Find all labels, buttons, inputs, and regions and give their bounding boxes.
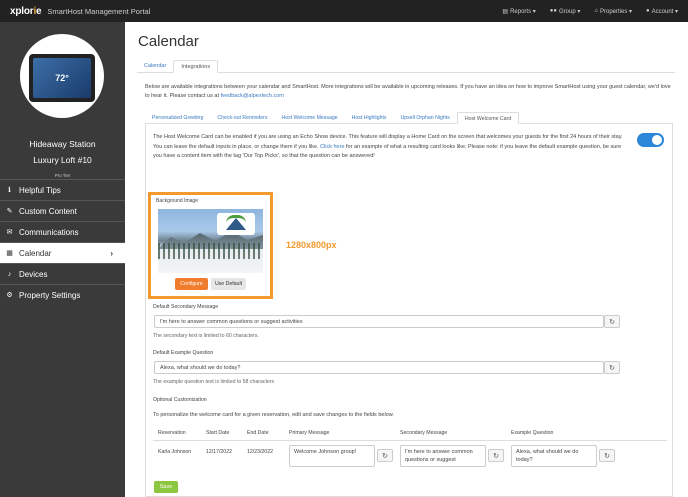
echo-device-image: 72° <box>20 34 104 118</box>
subtab-host-highlights[interactable]: Host Highlights <box>345 112 394 124</box>
col-secondary-message: Secondary Message <box>400 430 448 436</box>
secondary-message-input[interactable]: I'm here to answer common questions or s… <box>154 315 604 328</box>
home-icon: ⌂ <box>594 8 598 14</box>
question-help-text: The example question text is limited to … <box>153 379 275 385</box>
subtab-host-welcome-card[interactable]: Host Welcome Card <box>456 112 520 124</box>
nav-account[interactable]: ● Account ▾ <box>646 8 678 15</box>
page-title: Calendar <box>138 33 199 50</box>
gear-icon: ⚙ <box>6 292 13 299</box>
optional-customization-desc: To personalize the welcome card for a gi… <box>153 412 394 418</box>
subtab-check-out-reminders[interactable]: Check-out Reminders <box>210 112 274 124</box>
nav-properties[interactable]: ⌂ Properties ▾ <box>594 8 632 15</box>
subtab-upsell-orphan-nights[interactable]: Upsell Orphan Nights <box>394 112 457 124</box>
refresh-icon[interactable]: ↻ <box>604 315 620 328</box>
background-image-preview <box>158 209 263 273</box>
example-link[interactable]: Click here <box>320 144 344 150</box>
col-example-question: Example Question <box>511 430 554 436</box>
background-image-section: Background Image Configure Use Default <box>148 192 273 299</box>
optional-customization-title: Optional Customization <box>153 397 207 403</box>
sidebar-menu: ℹ Helpful Tips ✎ Custom Content ✉ Communica… <box>0 179 125 305</box>
use-default-button[interactable]: Use Default <box>211 278 246 290</box>
xplorie-logo[interactable]: xplorie <box>10 6 42 17</box>
refresh-icon[interactable]: ↻ <box>488 449 504 462</box>
row-reservation: Karla Johnson <box>158 449 192 455</box>
refresh-icon[interactable]: ↻ <box>599 449 615 462</box>
col-reservation: Reservation <box>158 430 186 436</box>
station-unit: Luxury Loft #10 <box>33 155 92 165</box>
tier-label: Pro Tier <box>54 173 71 178</box>
example-question-label: Default Example Question <box>153 350 214 356</box>
info-icon: ℹ <box>8 187 11 194</box>
row-primary-message-input[interactable]: Welcome Johnson group! <box>289 445 375 467</box>
chevron-right-icon: › <box>110 248 113 258</box>
bg-image-label: Background Image <box>156 198 198 204</box>
col-end-date: End Date <box>247 430 269 436</box>
example-question-input[interactable]: Alexa, what should we do today? <box>154 361 604 374</box>
sidebar-item-devices[interactable]: ♪ Devices <box>0 263 125 284</box>
card-description: The Host Welcome Card can be enabled if … <box>153 134 623 159</box>
subtab-host-welcome-message[interactable]: Host Welcome Message <box>275 112 345 124</box>
intro-text: Below are available integrations between… <box>145 84 671 99</box>
row-secondary-message-input[interactable]: I'm here to answer common questions or s… <box>400 445 486 467</box>
portal-title: SmartHost Management Portal <box>47 6 151 16</box>
row-start-date: 12/17/2022 <box>206 449 232 455</box>
nav-reports[interactable]: ▤ Reports ▾ <box>502 8 535 15</box>
secondary-help-text: The secondary text is limited to 60 char… <box>153 333 259 339</box>
table-divider <box>153 440 667 441</box>
sidebar: 72° Hideaway Station Luxury Loft #10 Pro… <box>0 22 125 497</box>
main-content: Calendar Calendar Integrations Below are… <box>125 22 688 497</box>
nav-group[interactable]: ●● Group ▾ <box>550 8 581 15</box>
toggle-knob <box>652 135 662 145</box>
user-icon: ● <box>646 8 650 14</box>
main-tabs: Calendar Integrations <box>137 60 675 73</box>
station-name: Hideaway Station <box>29 139 96 149</box>
sidebar-item-custom-content[interactable]: ✎ Custom Content <box>0 200 125 221</box>
sidebar-item-communications[interactable]: ✉ Communications <box>0 221 125 242</box>
sidebar-item-property-settings[interactable]: ⚙ Property Settings <box>0 284 125 305</box>
chart-icon: ▤ <box>502 8 509 15</box>
subtab-personalized-greeting[interactable]: Personalized Greeting <box>145 112 210 124</box>
integration-subtabs: Personalized Greeting Check-out Reminder… <box>145 112 673 124</box>
bell-icon: ♪ <box>7 270 12 278</box>
top-navbar: xplorie SmartHost Management Portal ▤ Rep… <box>0 0 688 22</box>
group-icon: ●● <box>549 8 557 14</box>
image-size-note: 1280x800px <box>286 240 337 250</box>
sidebar-item-calendar[interactable]: ▦ Calendar › <box>0 242 125 263</box>
save-button[interactable]: Save <box>154 481 178 493</box>
tab-integrations[interactable]: Integrations <box>173 60 219 73</box>
tab-calendar[interactable]: Calendar <box>137 60 173 73</box>
envelope-icon: ✉ <box>6 229 13 236</box>
refresh-icon[interactable]: ↻ <box>604 361 620 374</box>
mountain-logo-icon <box>217 213 255 235</box>
col-primary-message: Primary Message <box>289 430 330 436</box>
sidebar-item-helpful-tips[interactable]: ℹ Helpful Tips <box>0 179 125 200</box>
feedback-email-link[interactable]: feedback@alpextech.com <box>221 93 284 99</box>
secondary-message-label: Default Secondary Message <box>153 304 219 310</box>
pencil-icon: ✎ <box>6 208 13 215</box>
row-example-question-input[interactable]: Alexa, what should we do today? <box>511 445 597 467</box>
configure-button[interactable]: Configure <box>175 278 208 290</box>
col-start-date: Start Date <box>206 430 230 436</box>
host-welcome-card-panel: The Host Welcome Card can be enabled if … <box>145 124 673 497</box>
refresh-icon[interactable]: ↻ <box>377 449 393 462</box>
calendar-icon: ▦ <box>6 250 13 257</box>
row-end-date: 12/23/2022 <box>247 449 273 455</box>
enable-toggle[interactable] <box>637 133 664 147</box>
